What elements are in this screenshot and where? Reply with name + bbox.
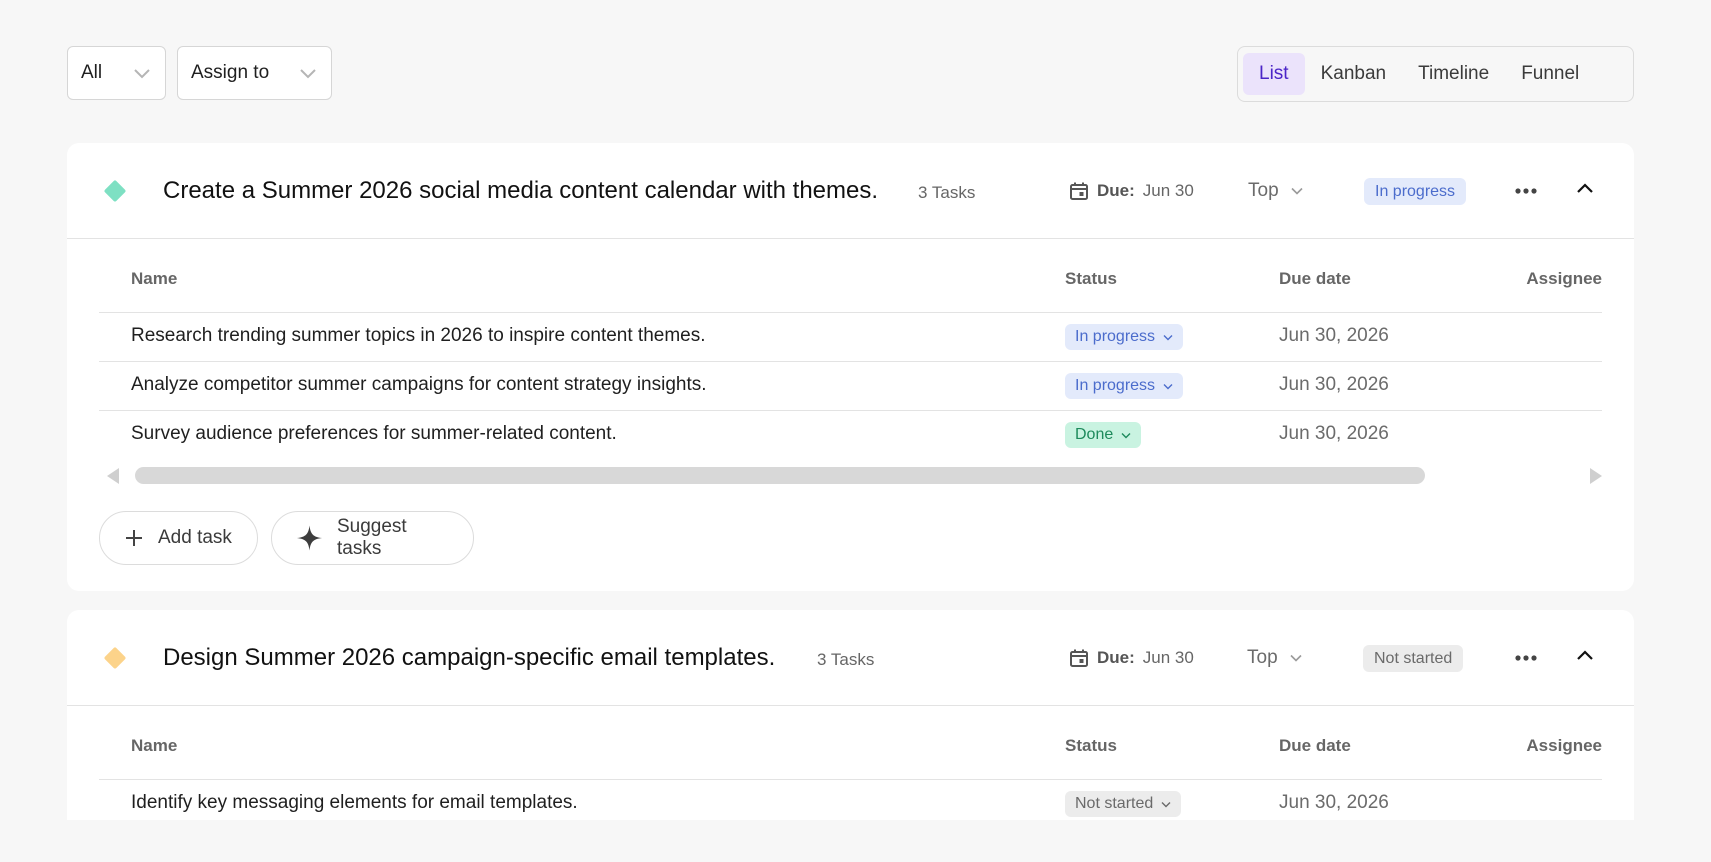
table-header: Name Status Due date Assignee [99, 269, 1602, 313]
add-task-label: Add task [158, 527, 232, 548]
task-name: Research trending summer topics in 2026 … [131, 325, 706, 346]
tab-timeline[interactable]: Timeline [1402, 53, 1505, 95]
col-assignee: Assignee [1526, 269, 1602, 288]
project-status-badge: Not started [1363, 645, 1464, 672]
project-due: Due: Jun 30 [1069, 181, 1194, 201]
chevron-up-icon[interactable] [1575, 646, 1595, 666]
tab-funnel[interactable]: Funnel [1505, 53, 1595, 95]
due-value: Jun 30 [1142, 648, 1194, 667]
project-header: Create a Summer 2026 social media conten… [67, 143, 1634, 239]
view-switcher: List Kanban Timeline Funnel [1237, 46, 1634, 102]
assign-filter-label: Assign to [191, 62, 270, 83]
priority-dropdown[interactable]: Top [1248, 180, 1303, 202]
scrollbar-thumb[interactable] [135, 467, 1425, 484]
task-status-label: Not started [1075, 795, 1154, 812]
project-header: Design Summer 2026 campaign-specific ema… [67, 610, 1634, 706]
task-status-dropdown[interactable]: In progress [1065, 373, 1184, 399]
col-assignee: Assignee [1526, 736, 1602, 755]
project-title: Design Summer 2026 campaign-specific ema… [163, 644, 776, 671]
table-row[interactable]: Research trending summer topics in 2026 … [99, 313, 1602, 362]
chevron-down-icon [300, 69, 316, 79]
calendar-icon [1070, 182, 1088, 200]
priority-dropdown[interactable]: Top [1247, 647, 1302, 669]
task-due-date: Jun 30, 2026 [1279, 423, 1389, 444]
project-diamond-icon [103, 646, 127, 670]
task-due-date: Jun 30, 2026 [1279, 325, 1389, 346]
more-horizontal-icon[interactable] [1512, 644, 1540, 672]
project-status-badge: In progress [1364, 178, 1467, 205]
task-status-dropdown[interactable]: Not started [1065, 791, 1182, 817]
suggest-tasks-button[interactable]: Suggest tasks [271, 511, 474, 565]
sparkle-icon [296, 525, 323, 551]
scroll-right-icon[interactable] [1590, 468, 1602, 484]
task-name: Survey audience preferences for summer-r… [131, 423, 617, 444]
col-due-date: Due date [1279, 736, 1351, 755]
chevron-down-icon [1163, 334, 1173, 340]
due-label: Due: [1097, 648, 1135, 667]
chevron-down-icon [1163, 383, 1173, 389]
suggest-tasks-label: Suggest tasks [336, 516, 407, 559]
task-count: 3 Tasks [918, 183, 976, 202]
task-due-date: Jun 30, 2026 [1279, 792, 1389, 813]
task-name: Identify key messaging elements for emai… [131, 792, 578, 813]
task-status-dropdown[interactable]: Done [1065, 422, 1142, 448]
table-row[interactable]: Analyze competitor summer campaigns for … [99, 362, 1602, 411]
task-status-label: In progress [1075, 328, 1156, 345]
task-status-dropdown[interactable]: In progress [1065, 324, 1184, 350]
project-due: Due: Jun 30 [1069, 648, 1194, 668]
task-due-date: Jun 30, 2026 [1279, 374, 1389, 395]
project-diamond-icon [103, 179, 127, 203]
due-label: Due: [1097, 181, 1135, 200]
scroll-left-icon[interactable] [107, 468, 119, 484]
calendar-icon [1070, 649, 1088, 667]
chevron-down-icon [134, 69, 150, 79]
col-status: Status [1065, 269, 1117, 288]
due-value: Jun 30 [1142, 181, 1194, 200]
project-card: Design Summer 2026 campaign-specific ema… [67, 610, 1634, 820]
col-name: Name [131, 269, 178, 288]
toolbar: All Assign to List Kanban Timeline Funne… [67, 46, 1634, 102]
col-name: Name [131, 736, 178, 755]
priority-label: Top [1248, 180, 1279, 201]
task-status-label: Done [1075, 426, 1114, 443]
col-status: Status [1065, 736, 1117, 755]
project-title: Create a Summer 2026 social media conten… [163, 177, 879, 204]
chevron-down-icon [1291, 187, 1303, 195]
horizontal-scrollbar[interactable] [107, 465, 1602, 485]
chevron-down-icon [1121, 432, 1131, 438]
chevron-down-icon [1290, 654, 1302, 662]
table-header: Name Status Due date Assignee [99, 736, 1602, 780]
task-name: Analyze competitor summer campaigns for … [131, 374, 707, 395]
priority-label: Top [1247, 647, 1278, 668]
status-filter-dropdown[interactable]: All [67, 46, 166, 100]
plus-icon [126, 530, 142, 546]
col-due-date: Due date [1279, 269, 1351, 288]
project-card: Create a Summer 2026 social media conten… [67, 143, 1634, 591]
table-row[interactable]: Identify key messaging elements for emai… [99, 780, 1602, 820]
tab-kanban[interactable]: Kanban [1305, 53, 1403, 95]
chevron-up-icon[interactable] [1575, 179, 1595, 199]
tab-list[interactable]: List [1243, 53, 1305, 95]
chevron-down-icon [1161, 801, 1171, 807]
task-count: 3 Tasks [817, 650, 875, 669]
add-task-button[interactable]: Add task [99, 511, 258, 565]
task-status-label: In progress [1075, 377, 1156, 394]
table-row[interactable]: Survey audience preferences for summer-r… [99, 411, 1602, 460]
status-filter-label: All [81, 62, 103, 83]
more-horizontal-icon[interactable] [1512, 177, 1540, 205]
assign-filter-dropdown[interactable]: Assign to [177, 46, 332, 100]
